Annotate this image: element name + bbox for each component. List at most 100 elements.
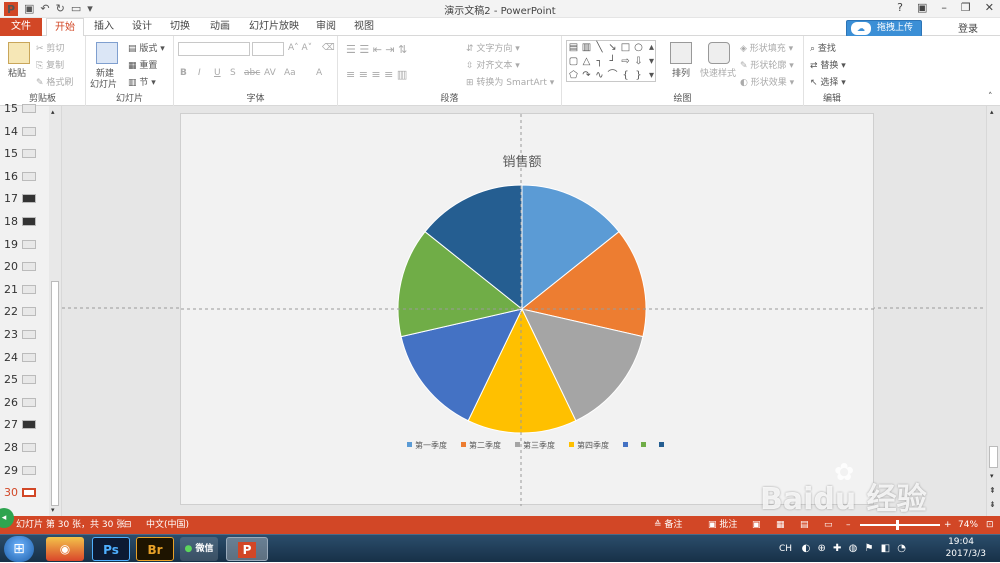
- legend-swatch[interactable]: [569, 442, 574, 447]
- canvas-scroll-thumb[interactable]: [989, 446, 998, 468]
- slide-thumbnail[interactable]: [22, 104, 36, 113]
- shape-effects-button[interactable]: ◐ 形状效果 ▾: [740, 75, 794, 88]
- notes-button[interactable]: ≙ 备注: [654, 516, 682, 534]
- arrow-line-shape-icon[interactable]: ↘: [606, 41, 619, 55]
- slide-thumbnail-item[interactable]: 27: [0, 414, 48, 436]
- italic-button[interactable]: I: [198, 68, 201, 78]
- bullets-icon[interactable]: ☰ ☰ ⇤ ⇥ ⇅: [346, 43, 407, 56]
- right-brace-shape-icon[interactable]: }: [632, 69, 645, 83]
- cut-button[interactable]: ✂ 剪切: [36, 41, 64, 54]
- legend-swatch[interactable]: [659, 442, 664, 447]
- zoom-slider-thumb[interactable]: [896, 520, 899, 530]
- arrange-button[interactable]: 排列: [672, 66, 690, 79]
- slide-thumbnail[interactable]: [22, 397, 36, 407]
- slide-thumbnail-item[interactable]: 19: [0, 234, 48, 256]
- text-direction-button[interactable]: ⇵ 文字方向 ▾: [466, 41, 520, 54]
- slide-thumbnail[interactable]: [22, 420, 36, 430]
- legend-swatch[interactable]: [515, 442, 520, 447]
- windows-start-button[interactable]: ⊞: [4, 536, 34, 562]
- canvas-scrollbar[interactable]: ▴ ▾ ⇞ ⇟: [986, 106, 1000, 516]
- pie-chart[interactable]: 销售额 第一季度 第二季度 第三季度 第四季度: [181, 114, 875, 506]
- elbow-shape-icon[interactable]: ┘: [606, 55, 619, 69]
- tab-insert[interactable]: 插入: [88, 18, 120, 36]
- login-link[interactable]: 登录: [958, 20, 978, 35]
- spelling-icon[interactable]: ⊟: [124, 516, 132, 534]
- change-case-button[interactable]: Aa: [284, 68, 296, 78]
- arc-shape-icon[interactable]: ⌒: [606, 69, 619, 83]
- pentagon-shape-icon[interactable]: ⬠: [567, 69, 580, 83]
- paste-icon[interactable]: [8, 42, 30, 64]
- 360-browser-icon[interactable]: ◉: [46, 537, 84, 561]
- shadow-s-button[interactable]: S: [230, 68, 236, 78]
- zoom-slider[interactable]: [860, 524, 940, 526]
- previous-slide-icon[interactable]: ⇞: [989, 486, 996, 495]
- zoom-level[interactable]: 74%: [958, 516, 978, 534]
- slide-thumbnail[interactable]: [22, 126, 36, 136]
- gallery-up-icon[interactable]: ▴: [645, 41, 658, 55]
- legend-swatch[interactable]: [623, 442, 628, 447]
- legend-label[interactable]: 第二季度: [469, 440, 501, 450]
- tab-review[interactable]: 审阅: [310, 18, 342, 36]
- left-brace-shape-icon[interactable]: {: [619, 69, 632, 83]
- upload-button[interactable]: ☁ 拖拽上传: [846, 20, 922, 37]
- legend-swatch[interactable]: [407, 442, 412, 447]
- next-slide-icon[interactable]: ⇟: [989, 500, 996, 509]
- quick-styles-icon[interactable]: [708, 42, 730, 64]
- tab-animations[interactable]: 动画: [204, 18, 236, 36]
- minimize-icon[interactable]: –: [941, 1, 947, 14]
- collapse-panel-button[interactable]: ◂: [0, 508, 14, 528]
- gallery-down-icon[interactable]: ▾: [645, 55, 658, 69]
- bold-button[interactable]: B: [180, 68, 187, 78]
- slide-thumbnail-item[interactable]: 29: [0, 460, 48, 482]
- slide-panel-scroll-thumb[interactable]: [51, 281, 59, 506]
- line-shape-icon[interactable]: ╲: [593, 41, 606, 55]
- close-icon[interactable]: ✕: [985, 1, 994, 14]
- slide-thumbnail-item[interactable]: 30: [0, 482, 48, 504]
- paste-button[interactable]: 粘贴: [8, 66, 26, 79]
- slide-thumbnail-item[interactable]: 15: [0, 98, 48, 120]
- slide-thumbnail-item[interactable]: 17: [0, 188, 48, 210]
- quick-styles-button[interactable]: 快速样式: [700, 66, 736, 79]
- tab-view[interactable]: 视图: [348, 18, 380, 36]
- slide-thumbnail[interactable]: [22, 284, 36, 294]
- slide-thumbnail[interactable]: [22, 262, 36, 272]
- grow-font-icon[interactable]: A˄ A˅: [288, 43, 312, 53]
- tab-design[interactable]: 设计: [126, 18, 158, 36]
- layout-button[interactable]: ▤ 版式 ▾: [128, 41, 165, 54]
- legend-swatch[interactable]: [461, 442, 466, 447]
- wechat-taskbar-button[interactable]: ● 微信: [180, 537, 218, 561]
- current-slide[interactable]: 销售额 第一季度 第二季度 第三季度 第四季度: [180, 113, 875, 506]
- slide-thumbnail-item[interactable]: 25: [0, 369, 48, 391]
- align-text-button[interactable]: ⇳ 对齐文本 ▾: [466, 58, 520, 71]
- ribbon-display-icon[interactable]: ▣: [917, 1, 927, 14]
- bridge-taskbar-button[interactable]: Br: [136, 537, 174, 561]
- slide-panel-scrollbar[interactable]: ▴ ▾: [49, 106, 61, 516]
- section-button[interactable]: ▥ 节 ▾: [128, 75, 156, 88]
- textbox-shape-icon[interactable]: ▤: [567, 41, 580, 55]
- slide-thumbnail-item[interactable]: 16: [0, 166, 48, 188]
- slide-thumbnail-item[interactable]: 18: [0, 211, 48, 233]
- slide-thumbnail-item[interactable]: 14: [0, 121, 48, 143]
- shape-outline-button[interactable]: ✎ 形状轮廓 ▾: [740, 58, 794, 71]
- slide-thumbnail[interactable]: [22, 330, 36, 339]
- canvas-scroll-up-icon[interactable]: ▴: [990, 108, 994, 116]
- slide-thumbnail[interactable]: [22, 217, 36, 226]
- select-button[interactable]: ↖ 选择 ▾: [810, 75, 846, 88]
- slide-thumbnail[interactable]: [22, 375, 36, 385]
- clock-time[interactable]: 19:04: [948, 537, 974, 547]
- copy-button[interactable]: ⎘ 复制: [36, 58, 64, 71]
- tab-home[interactable]: 开始: [46, 18, 84, 37]
- fit-to-window-icon[interactable]: ⊡: [986, 516, 994, 534]
- tab-file[interactable]: 文件: [0, 18, 42, 36]
- oval-shape-icon[interactable]: ○: [632, 41, 645, 55]
- normal-view-icon[interactable]: ▣: [752, 516, 761, 534]
- slide-thumbnail-item[interactable]: 21: [0, 279, 48, 301]
- slide-thumbnail-item[interactable]: 23: [0, 324, 48, 346]
- convert-smartart-button[interactable]: ⊞ 转换为 SmartArt ▾: [466, 75, 554, 88]
- clear-format-icon[interactable]: ⌫: [322, 43, 335, 53]
- slide-thumbnail[interactable]: [22, 488, 36, 498]
- connector-shape-icon[interactable]: ┐: [593, 55, 606, 69]
- collapse-ribbon-icon[interactable]: ˄: [988, 92, 993, 102]
- reset-button[interactable]: ▦ 重置: [128, 58, 157, 71]
- triangle-shape-icon[interactable]: △: [580, 55, 593, 69]
